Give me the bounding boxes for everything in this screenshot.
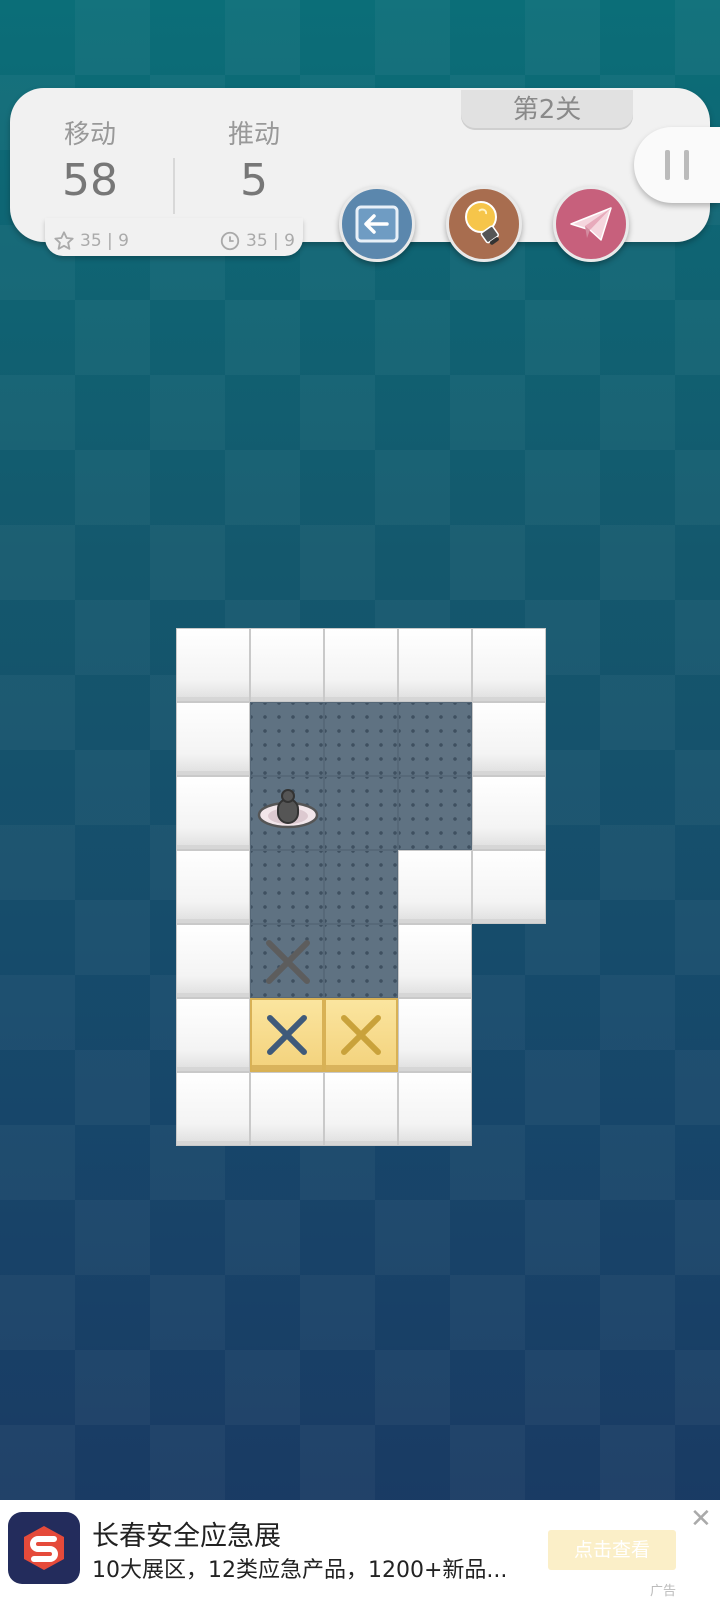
moves-label: 移动 (63, 120, 116, 150)
wall-tile (324, 628, 398, 702)
wall-tile (176, 628, 250, 702)
share-button[interactable] (553, 186, 629, 262)
undo-button[interactable] (339, 186, 415, 262)
ad-label: 广告 (650, 1584, 677, 1599)
cross-icon (341, 1015, 381, 1055)
wall-tile (176, 850, 250, 924)
pushes-best-value: 35 | 9 (246, 231, 295, 251)
cross-icon (267, 1015, 307, 1055)
target-cross-icon (266, 940, 310, 984)
floor-tile (250, 850, 324, 924)
ad-banner[interactable]: 长春安全应急展 10大展区，12类应急产品，1200+新品... 点击查看 ✕ … (0, 1500, 720, 1600)
moves-best: 35 | 9 (53, 230, 129, 252)
wall-tile (176, 998, 250, 1072)
wall-tile (176, 776, 250, 850)
moves-best-value: 35 | 9 (80, 231, 129, 251)
floor-tile (398, 776, 472, 850)
pause-icon (658, 150, 696, 180)
paper-plane-icon (570, 207, 612, 241)
stats-divider (173, 158, 175, 214)
crate-on-target (324, 998, 398, 1072)
level-indicator: 第2关 (461, 90, 633, 130)
player-character[interactable] (251, 777, 325, 851)
star-icon (54, 231, 74, 250)
wall-tile (176, 1072, 250, 1146)
wall-tile (472, 628, 546, 702)
pushes-label: 推动 (227, 120, 280, 150)
undo-arrow-icon (355, 205, 399, 243)
ad-description[interactable]: 10大展区，12类应急产品，1200+新品... (92, 1552, 532, 1584)
ad-close-icon[interactable]: ✕ (690, 1504, 712, 1534)
crate-on-target (250, 998, 324, 1072)
wall-tile (398, 924, 472, 998)
pause-button[interactable] (634, 127, 720, 203)
wall-tile (324, 1072, 398, 1146)
floor-tile (250, 702, 324, 776)
moves-count: 58 (62, 155, 118, 206)
wall-tile (398, 850, 472, 924)
floor-tile (324, 850, 398, 924)
wall-tile (472, 850, 546, 924)
lightbulb-icon (465, 201, 499, 245)
hint-button[interactable] (446, 186, 522, 262)
pushes-count: 5 (240, 155, 268, 206)
wall-tile (176, 702, 250, 776)
ad-cta-button[interactable]: 点击查看 (548, 1530, 676, 1570)
floor-tile (398, 702, 472, 776)
wall-tile (398, 628, 472, 702)
floor-tile (324, 776, 398, 850)
wall-tile (250, 628, 324, 702)
wall-tile (176, 924, 250, 998)
ad-title[interactable]: 长春安全应急展 (92, 1514, 281, 1553)
player-tile (250, 776, 324, 850)
wall-tile (472, 702, 546, 776)
pushes-best: 35 | 9 (219, 230, 295, 252)
wall-tile (250, 1072, 324, 1146)
wall-tile (398, 1072, 472, 1146)
ad-app-logo[interactable] (8, 1512, 80, 1584)
ad-logo-icon (24, 1526, 64, 1570)
floor-tile (324, 924, 398, 998)
wall-tile (398, 998, 472, 1072)
floor-tile (324, 702, 398, 776)
target-tile (250, 924, 324, 998)
clock-icon (220, 231, 240, 251)
wall-tile (472, 776, 546, 850)
